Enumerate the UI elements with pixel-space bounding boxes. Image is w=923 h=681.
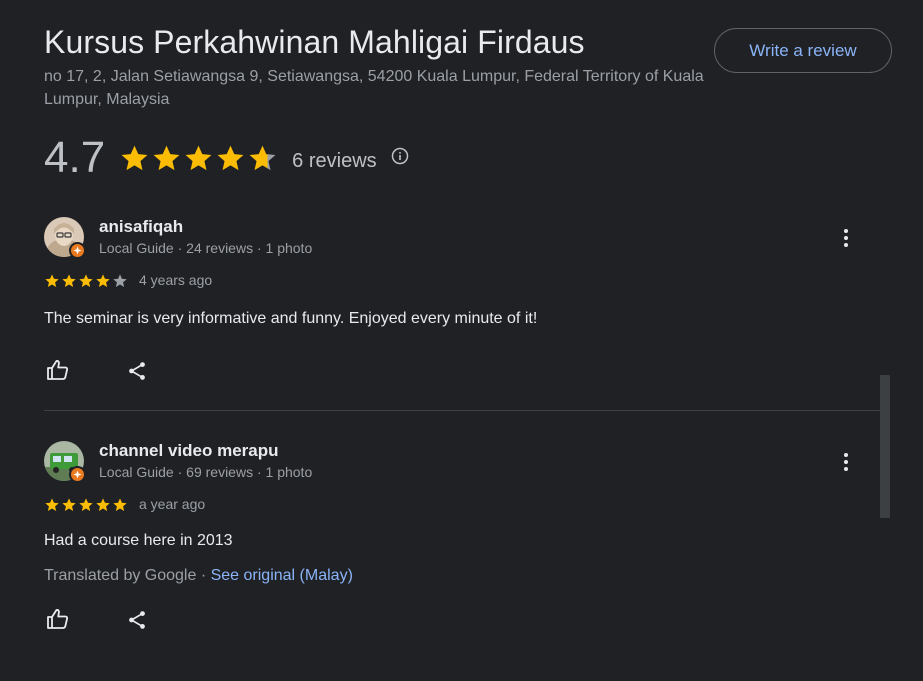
local-guide-badge-icon (69, 466, 86, 483)
star-icon (62, 274, 76, 287)
star-icon (96, 274, 110, 287)
more-vert-icon[interactable] (834, 450, 858, 474)
review-stars (44, 273, 128, 289)
rating-summary: 4.7 6 reviews (44, 132, 409, 184)
reviewer-name[interactable]: channel video merapu (99, 441, 279, 461)
star-icon (79, 274, 93, 287)
star-icon (185, 145, 212, 170)
avatar[interactable] (44, 441, 86, 483)
star-icon (249, 145, 276, 170)
star-icon (45, 498, 59, 511)
scrollbar[interactable] (880, 375, 890, 518)
star-icon (45, 274, 59, 287)
reviewer-name[interactable]: anisafiqah (99, 217, 183, 237)
star-icon (217, 145, 244, 170)
review-text: The seminar is very informative and funn… (44, 310, 538, 327)
place-address: no 17, 2, Jalan Setiawangsa 9, Setiawang… (44, 68, 704, 108)
translation-note: Translated by Google · See original (Mal… (44, 567, 353, 585)
review-date: a year ago (139, 496, 206, 512)
more-vert-icon[interactable] (834, 226, 858, 250)
translated-by-label: Translated by Google · (44, 567, 211, 584)
local-guide-badge-icon (69, 242, 86, 259)
star-icon (113, 274, 127, 287)
average-stars (119, 143, 278, 174)
see-original-link[interactable]: See original (Malay) (211, 567, 353, 584)
review-date: 4 years ago (139, 272, 213, 288)
reviewer-meta: Local Guide · 24 reviews · 1 photo (99, 240, 313, 256)
star-icon (121, 145, 148, 170)
average-rating: 4.7 (44, 133, 106, 182)
review-count[interactable]: 6 reviews (292, 144, 376, 173)
star-icon (62, 498, 76, 511)
review-text: Had a course here in 2013 (44, 532, 233, 549)
thumb-up-icon[interactable] (44, 605, 72, 633)
place-title: Kursus Perkahwinan Mahligai Firdaus (44, 24, 585, 60)
review-stars (44, 497, 128, 513)
share-icon[interactable] (123, 606, 151, 634)
star-icon (113, 498, 127, 511)
star-icon (79, 498, 93, 511)
avatar[interactable] (44, 217, 86, 259)
info-icon[interactable] (391, 147, 409, 165)
thumb-up-icon[interactable] (44, 356, 72, 384)
reviews-page: Kursus Perkahwinan Mahligai Firdaus no 1… (0, 0, 923, 681)
review-divider (44, 410, 882, 411)
star-icon (153, 145, 180, 170)
share-icon[interactable] (123, 357, 151, 385)
write-review-button[interactable]: Write a review (714, 28, 892, 73)
star-icon (96, 498, 110, 511)
reviewer-meta: Local Guide · 69 reviews · 1 photo (99, 464, 313, 480)
